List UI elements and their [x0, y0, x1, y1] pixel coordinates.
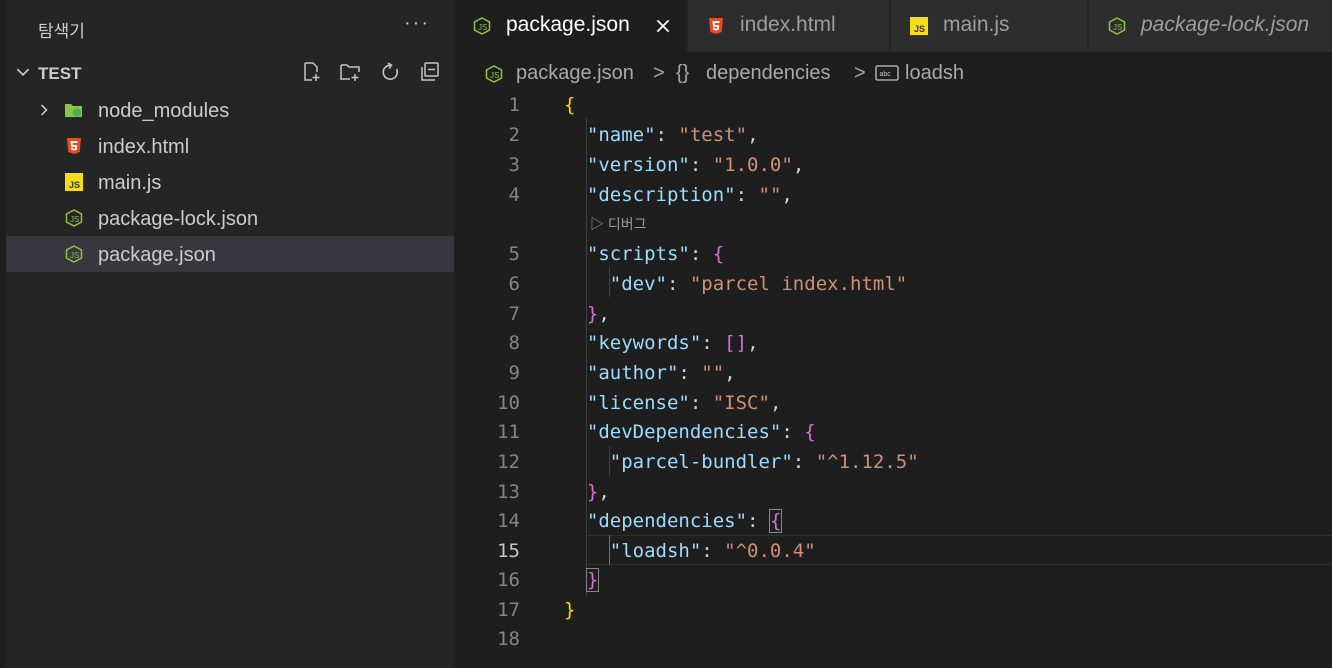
- line-number: 7: [508, 303, 520, 325]
- line-number: 10: [497, 392, 520, 414]
- chevron-down-icon: [16, 68, 30, 77]
- tab-package-lock-json[interactable]: JS package-lock.json: [1089, 0, 1332, 52]
- workspace-section-header[interactable]: TEST: [6, 58, 454, 88]
- line-number: 11: [497, 421, 520, 443]
- tab-label: main.js: [943, 13, 1010, 36]
- nodejs-icon: JS: [65, 245, 83, 263]
- code-editor[interactable]: 1 2 3 4 5 6 7 8 9 10 11 12 13 14 15 16 1…: [454, 94, 1332, 668]
- tab-label: package-lock.json: [1141, 13, 1310, 36]
- nodejs-icon: JS: [473, 17, 491, 35]
- code-line: "dependencies": {: [586, 509, 783, 533]
- svg-text:JS: JS: [70, 215, 79, 224]
- svg-text:JS: JS: [69, 180, 80, 190]
- new-file-icon[interactable]: [300, 60, 324, 84]
- line-number: 17: [497, 599, 520, 621]
- code-line: }: [585, 568, 600, 592]
- code-line: "devDependencies": {: [586, 421, 816, 443]
- object-braces-icon: {}: [676, 62, 690, 84]
- code-line-active: "loadsh": "^0.0.4": [609, 540, 816, 562]
- code-line: "description": "",: [586, 184, 793, 206]
- code-line: "dev": "parcel index.html": [609, 273, 908, 295]
- folder-node-icon: [65, 104, 82, 117]
- string-property-icon: abc: [875, 65, 899, 81]
- line-number: 9: [508, 362, 520, 384]
- new-folder-icon[interactable]: [338, 60, 362, 84]
- code-line: },: [586, 481, 610, 503]
- tree-item-label: node_modules: [98, 100, 230, 122]
- line-number: 16: [497, 569, 520, 591]
- code-line: "scripts": {: [586, 243, 725, 265]
- line-number-active: 15: [497, 540, 520, 562]
- chevron-right-icon: [40, 104, 48, 116]
- line-number: 13: [497, 481, 520, 503]
- tree-item-package-lock-json[interactable]: JS package-lock.json: [6, 200, 454, 236]
- code-line: "keywords": [],: [586, 332, 759, 354]
- line-number: 1: [508, 94, 520, 116]
- javascript-icon: JS: [910, 17, 928, 35]
- breadcrumb-separator: >: [653, 62, 665, 84]
- tab-package-json[interactable]: JS package.json: [454, 0, 687, 52]
- html5-icon: [709, 18, 723, 34]
- line-number: 12: [497, 451, 520, 473]
- breadcrumb: JS package.json > {} dependencies > abc …: [454, 52, 1332, 94]
- code-line: "version": "1.0.0",: [586, 154, 805, 176]
- refresh-icon[interactable]: [378, 60, 402, 84]
- breadcrumb-file[interactable]: package.json: [516, 62, 634, 85]
- breadcrumb-object[interactable]: dependencies: [706, 62, 831, 85]
- code-line: "license": "ISC",: [586, 392, 782, 414]
- code-line: "name": "test",: [586, 124, 759, 146]
- code-line: {: [564, 94, 576, 116]
- line-number: 5: [508, 243, 520, 265]
- line-number: 2: [508, 124, 520, 146]
- tree-item-main-js[interactable]: JS main.js: [6, 164, 454, 200]
- debug-codelens[interactable]: ▷ 디버그: [590, 214, 647, 234]
- tab-label: package.json: [506, 13, 630, 36]
- breadcrumb-property[interactable]: loadsh: [905, 62, 964, 85]
- svg-text:JS: JS: [1113, 23, 1122, 32]
- tree-item-node-modules[interactable]: node_modules: [6, 92, 454, 128]
- editor-tab-bar: JS package.json index.html JS main.js JS…: [454, 0, 1332, 52]
- svg-text:JS: JS: [478, 23, 487, 32]
- nodejs-icon: JS: [1108, 17, 1126, 35]
- line-number: 6: [508, 273, 520, 295]
- close-icon[interactable]: [654, 17, 672, 35]
- line-number: 3: [508, 154, 520, 176]
- tree-item-label: index.html: [98, 136, 190, 158]
- collapse-all-icon[interactable]: [418, 60, 442, 84]
- html5-icon: [67, 138, 81, 154]
- svg-text:JS: JS: [70, 251, 79, 260]
- tab-index-html[interactable]: index.html: [688, 0, 890, 52]
- nodejs-icon: JS: [485, 65, 503, 83]
- svg-text:JS: JS: [914, 24, 925, 34]
- breadcrumb-separator: >: [854, 62, 866, 84]
- line-number: 4: [508, 184, 520, 206]
- tab-label: index.html: [740, 13, 836, 36]
- explorer-sidebar: 탐색기 ··· TEST node_modules index.html JS …: [0, 0, 454, 668]
- tree-item-index-html[interactable]: index.html: [6, 128, 454, 164]
- line-number: 8: [508, 332, 520, 354]
- svg-text:JS: JS: [490, 71, 499, 80]
- svg-text:abc: abc: [880, 71, 892, 78]
- tree-item-label: main.js: [98, 172, 162, 194]
- explorer-title: 탐색기: [38, 22, 85, 41]
- tree-item-package-json[interactable]: JS package.json: [6, 236, 454, 272]
- more-actions-button[interactable]: ···: [404, 12, 430, 35]
- code-line: },: [586, 303, 610, 325]
- code-line: "parcel-bundler": "^1.12.5": [609, 451, 919, 473]
- javascript-icon: JS: [65, 173, 83, 191]
- tree-item-label: package.json: [98, 244, 216, 266]
- tree-item-label: package-lock.json: [98, 208, 259, 230]
- line-number: 14: [497, 510, 520, 532]
- code-line: }: [564, 599, 576, 621]
- nodejs-icon: JS: [65, 209, 83, 227]
- line-number: 18: [497, 628, 520, 650]
- tab-main-js[interactable]: JS main.js: [891, 0, 1088, 52]
- code-line: "author": "",: [586, 362, 736, 384]
- workspace-title: TEST: [38, 64, 82, 83]
